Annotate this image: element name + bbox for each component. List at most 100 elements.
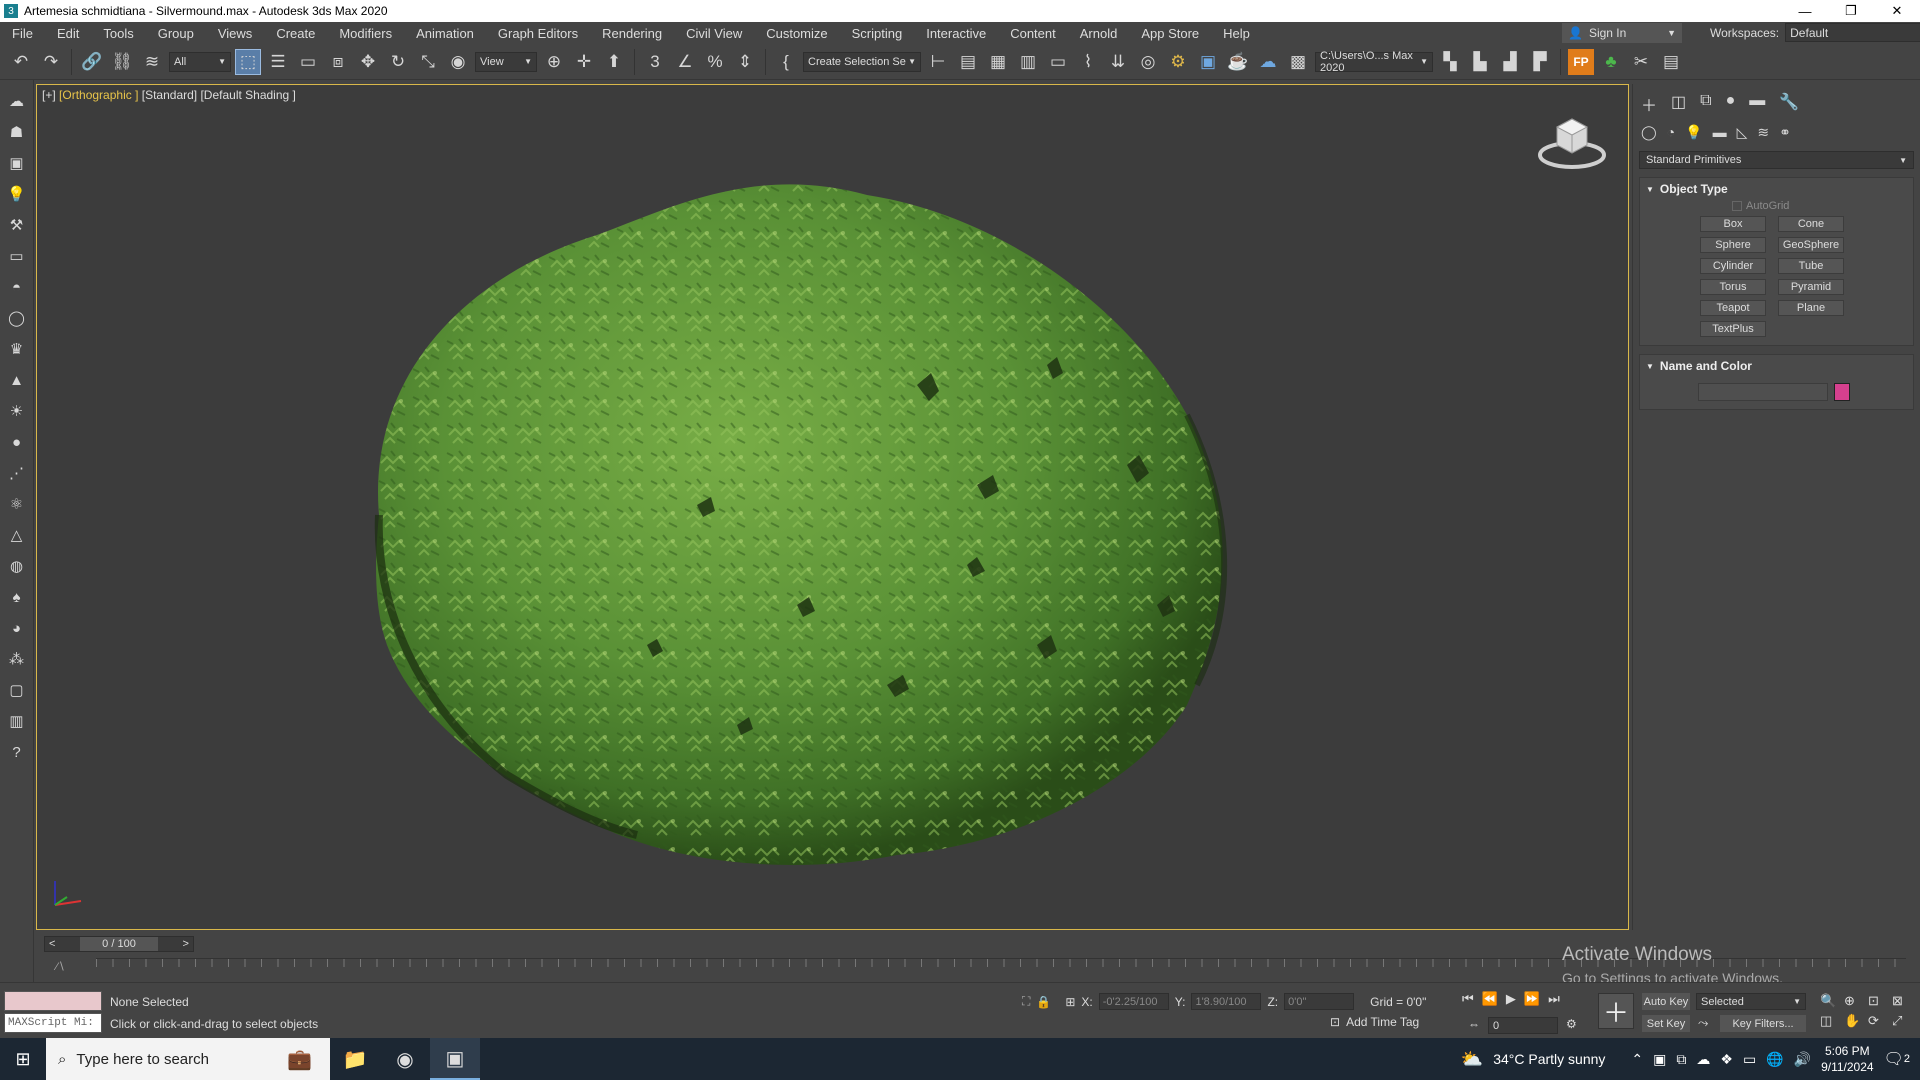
- globe-icon[interactable]: ◍: [6, 555, 28, 577]
- set-keys-button[interactable]: ＋: [1598, 993, 1634, 1029]
- time-slider-frame[interactable]: 0 / 100: [80, 937, 158, 951]
- weather-text[interactable]: 34°C Partly sunny: [1493, 1051, 1605, 1067]
- spinner-snap-icon[interactable]: ⇕: [732, 49, 758, 75]
- render-shortcuts-icon[interactable]: ▩: [1285, 49, 1311, 75]
- menu-customize[interactable]: Customize: [754, 26, 839, 41]
- angle-snap-icon[interactable]: ∠: [672, 49, 698, 75]
- tray-app-icon[interactable]: ▣: [1653, 1051, 1666, 1068]
- move-icon[interactable]: ✥: [355, 49, 381, 75]
- current-frame-field[interactable]: 0: [1488, 1017, 1558, 1034]
- modify-tab-icon[interactable]: ◫: [1671, 92, 1686, 116]
- light-icon[interactable]: 💡: [6, 183, 28, 205]
- menu-rendering[interactable]: Rendering: [590, 26, 674, 41]
- zoom-all-icon[interactable]: ⊕: [1844, 993, 1866, 1009]
- file-explorer-icon[interactable]: 📁: [330, 1038, 380, 1080]
- maximize-viewport-icon[interactable]: ⤢: [1892, 1013, 1914, 1029]
- menu-arnold[interactable]: Arnold: [1068, 26, 1130, 41]
- material-editor-icon[interactable]: ◎: [1135, 49, 1161, 75]
- pyramid-button[interactable]: Pyramid: [1778, 279, 1844, 295]
- railclone-tree-icon[interactable]: ♣: [1598, 49, 1624, 75]
- snaps-toggle-icon[interactable]: 3: [642, 49, 668, 75]
- workspace-select[interactable]: Default ▼: [1785, 23, 1920, 42]
- plane-button[interactable]: Plane: [1778, 300, 1844, 316]
- select-manipulate-icon[interactable]: ✛: [571, 49, 597, 75]
- close-button[interactable]: ✕: [1874, 0, 1920, 22]
- textplus-button[interactable]: TextPlus: [1700, 321, 1766, 337]
- 3ds-max-icon[interactable]: ▣: [430, 1038, 480, 1080]
- teapot-button[interactable]: Teapot: [1700, 300, 1766, 316]
- tray-chevron-icon[interactable]: ⌃: [1631, 1051, 1643, 1068]
- set-key-button[interactable]: Set Key: [1642, 1015, 1690, 1032]
- menu-content[interactable]: Content: [998, 26, 1068, 41]
- menu-create[interactable]: Create: [264, 26, 327, 41]
- play-icon[interactable]: ▶: [1506, 991, 1516, 1007]
- selection-filter-select[interactable]: All ▼: [169, 51, 231, 72]
- cone-button[interactable]: Cone: [1778, 216, 1844, 232]
- project-folder-select[interactable]: C:\Users\O...s Max 2020 ▼: [1315, 50, 1433, 74]
- maxscript-listener-output[interactable]: [4, 991, 102, 1011]
- select-by-name-icon[interactable]: ☰: [265, 49, 291, 75]
- torus-button[interactable]: Torus: [1700, 279, 1766, 295]
- align-icon[interactable]: ▤: [955, 49, 981, 75]
- key-mode-select[interactable]: Selected ▼: [1696, 993, 1806, 1010]
- orbit-icon[interactable]: ☁: [6, 90, 28, 112]
- notifications-icon[interactable]: 🗨: [1884, 1049, 1904, 1069]
- tools-icon[interactable]: ✂: [1628, 49, 1654, 75]
- cylinder-button[interactable]: Cylinder: [1700, 258, 1766, 274]
- track-bar-icon[interactable]: ⁄∖: [56, 960, 65, 973]
- clock[interactable]: 5:06 PM 9/11/2024: [1821, 1043, 1874, 1075]
- redo-icon[interactable]: ↷: [38, 49, 64, 75]
- container-icon[interactable]: ▚: [1437, 49, 1463, 75]
- menu-civil-view[interactable]: Civil View: [674, 26, 754, 41]
- mirror-icon[interactable]: ⊢: [925, 49, 951, 75]
- render-production-icon[interactable]: ☕: [1225, 49, 1251, 75]
- undo-icon[interactable]: ↶: [8, 49, 34, 75]
- screen-icon[interactable]: ▢: [6, 679, 28, 701]
- pyramid-icon[interactable]: △: [6, 524, 28, 546]
- menu-scripting[interactable]: Scripting: [840, 26, 915, 41]
- next-frame-icon[interactable]: ⏩: [1524, 991, 1540, 1007]
- language-icon[interactable]: 🌐: [1766, 1051, 1783, 1068]
- geosphere-button[interactable]: GeoSphere: [1778, 237, 1844, 253]
- shrub-model[interactable]: [37, 85, 1629, 930]
- sphere-icon[interactable]: ●: [6, 431, 28, 453]
- menu-app-store[interactable]: App Store: [1129, 26, 1211, 41]
- weather-icon[interactable]: ⛅: [1461, 1049, 1483, 1070]
- geometry-icon[interactable]: ◯: [1641, 124, 1657, 141]
- dolly-icon[interactable]: ☗: [6, 121, 28, 143]
- object-name-field[interactable]: [1698, 383, 1828, 401]
- menu-file[interactable]: File: [0, 26, 45, 41]
- viewcube[interactable]: [1537, 107, 1607, 177]
- clipboard-icon[interactable]: ▥: [6, 710, 28, 732]
- orbit-nav-icon[interactable]: ⟳: [1868, 1013, 1890, 1029]
- box-button[interactable]: Box: [1700, 216, 1766, 232]
- menu-edit[interactable]: Edit: [45, 26, 91, 41]
- taskbar-search[interactable]: ⌕ Type here to search 💼: [46, 1038, 330, 1080]
- render-setup-icon[interactable]: ⚙: [1165, 49, 1191, 75]
- menu-modifiers[interactable]: Modifiers: [327, 26, 404, 41]
- time-slider[interactable]: < 0 / 100 >: [44, 936, 194, 952]
- add-time-tag[interactable]: ⊡ Add Time Tag: [1330, 1015, 1419, 1029]
- systems-icon[interactable]: ⚭: [1779, 124, 1791, 141]
- zoom-icon[interactable]: 🔍: [1820, 993, 1842, 1009]
- create-tab-icon[interactable]: ＋: [1641, 92, 1657, 116]
- menu-animation[interactable]: Animation: [404, 26, 486, 41]
- pan-icon[interactable]: ✋: [1844, 1013, 1866, 1029]
- lock-icon[interactable]: 🔒: [1036, 995, 1051, 1009]
- menu-help[interactable]: Help: [1211, 26, 1262, 41]
- time-config-icon[interactable]: ⚙: [1566, 1017, 1577, 1031]
- go-to-start-icon[interactable]: ⏮: [1462, 991, 1474, 1007]
- z-coordinate-field[interactable]: 0'0": [1284, 993, 1355, 1010]
- chrome-icon[interactable]: ◉: [380, 1038, 430, 1080]
- window-crossing-icon[interactable]: ⧈: [325, 49, 351, 75]
- previous-frame-icon[interactable]: ⏪: [1482, 991, 1498, 1007]
- autogrid-checkbox[interactable]: AutoGrid: [1732, 200, 1913, 212]
- field-of-view-icon[interactable]: ◫: [1820, 1013, 1842, 1029]
- circle-icon[interactable]: ◯: [6, 307, 28, 329]
- bind-space-warp-icon[interactable]: ≋: [139, 49, 165, 75]
- dropbox-icon[interactable]: ❖: [1720, 1051, 1733, 1068]
- lights-icon[interactable]: 💡: [1685, 124, 1702, 141]
- menu-views[interactable]: Views: [206, 26, 264, 41]
- name-and-color-header[interactable]: ▼ Name and Color: [1640, 355, 1913, 377]
- volume-icon[interactable]: 🔊: [1794, 1051, 1811, 1068]
